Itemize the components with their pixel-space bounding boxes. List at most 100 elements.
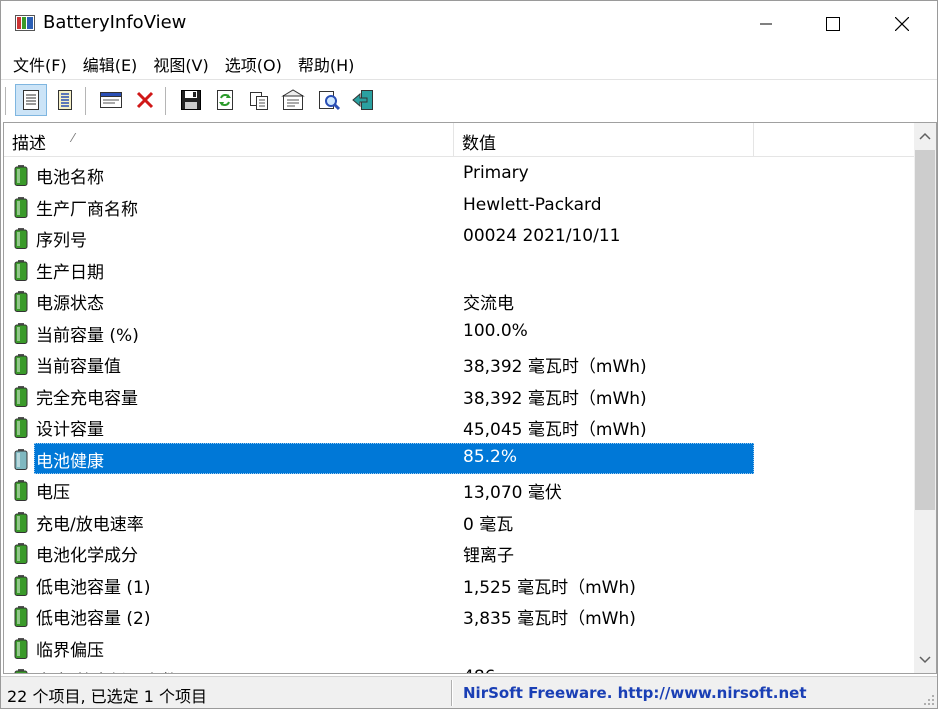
row-description: 低电池容量 (1) [36, 577, 151, 598]
row-value: Primary [463, 163, 529, 183]
row-value: 100.0% [463, 320, 528, 341]
row-value: 1,525 毫瓦时（mWh) [463, 577, 636, 598]
row-value: 0 毫瓦 [463, 514, 514, 535]
row-description: 序列号 [36, 231, 87, 251]
battery-icon [14, 417, 28, 438]
menu-edit[interactable]: 编辑(E) [75, 47, 146, 78]
battery-icon [14, 480, 28, 501]
column-header-description-label: 描述 [12, 134, 46, 154]
html-report-button[interactable] [15, 84, 47, 116]
html-report-icon [23, 90, 39, 110]
row-description: 电源状态 [36, 294, 104, 314]
window-button[interactable] [95, 84, 127, 116]
toolbar-separator [85, 87, 87, 115]
row-description: 充电/放电速率 [36, 514, 144, 535]
row-value: 38,392 毫瓦时（mWh) [463, 388, 647, 409]
row-value: 00024 2021/10/11 [463, 226, 621, 246]
row-description: 电池健康 [36, 451, 104, 472]
row-description: 设计容量 [36, 420, 104, 440]
battery-icon [14, 228, 28, 249]
find-button[interactable] [313, 84, 345, 116]
table-row[interactable]: 充电/放电循环次数 486 [4, 663, 914, 673]
row-description: 低电池容量 (2) [36, 609, 151, 629]
properties-icon [281, 89, 305, 110]
battery-icon [14, 606, 28, 627]
menu-file[interactable]: 文件(F) [5, 47, 75, 78]
exit-button[interactable] [347, 84, 379, 116]
table-row[interactable]: 临界偏压 [4, 632, 914, 664]
battery-icon [14, 543, 28, 564]
chevron-up-icon [919, 132, 931, 140]
row-value: 3,835 毫瓦时（mWh) [463, 609, 636, 629]
menu-help[interactable]: 帮助(H) [290, 47, 363, 78]
table-row[interactable]: 序列号 00024 2021/10/11 [4, 222, 914, 254]
copy-button[interactable] [243, 84, 275, 116]
row-value: 38,392 毫瓦时（mWh) [463, 357, 647, 377]
table-row[interactable]: 电源状态 交流电 [4, 285, 914, 317]
row-value: 锂离子 [463, 546, 514, 566]
table-row[interactable]: 充电/放电速率 0 毫瓦 [4, 506, 914, 538]
refresh-icon [217, 90, 233, 110]
maximize-icon [826, 17, 840, 31]
close-icon [895, 17, 909, 31]
menu-view[interactable]: 视图(V) [145, 47, 216, 78]
battery-icon [14, 669, 28, 673]
table-row[interactable]: 完全充电容量 38,392 毫瓦时（mWh) [4, 380, 914, 412]
battery-icon [14, 354, 28, 375]
resize-grip-icon[interactable] [923, 694, 935, 706]
properties-button[interactable] [277, 84, 309, 116]
battery-info-list[interactable]: 描述 ⁄ 数值 电池名称 Primary 生产厂商名称 Hewlett-Packard… [3, 122, 937, 674]
battery-icon [14, 259, 28, 281]
column-header-value-label: 数值 [462, 134, 496, 154]
table-row[interactable]: 低电池容量 (2) 3,835 毫瓦时（mWh) [4, 600, 914, 632]
row-description: 生产日期 [36, 262, 104, 283]
status-divider [451, 680, 453, 706]
minimize-button[interactable] [731, 1, 801, 47]
find-icon [319, 91, 341, 111]
table-row[interactable]: 低电池容量 (1) 1,525 毫瓦时（mWh) [4, 569, 914, 601]
scroll-up-button[interactable] [914, 123, 936, 149]
toolbar-grip[interactable] [5, 87, 7, 115]
table-row[interactable]: 电压 13,070 毫伏 [4, 474, 914, 506]
status-item-count: 22 个项目, 已选定 1 个项目 [7, 687, 207, 706]
delete-icon [136, 91, 154, 109]
row-value: 45,045 毫瓦时（mWh) [463, 420, 647, 440]
table-row[interactable]: 生产日期 [4, 254, 914, 286]
scrollbar-thumb[interactable] [915, 150, 935, 510]
table-row[interactable]: 当前容量 (%) 100.0% [4, 317, 914, 349]
battery-icon [14, 637, 28, 659]
table-row[interactable]: 当前容量值 38,392 毫瓦时（mWh) [4, 348, 914, 380]
vertical-scrollbar[interactable] [914, 123, 936, 673]
nirsoft-link[interactable]: NirSoft Freeware. http://www.nirsoft.net [463, 684, 807, 702]
table-row[interactable]: 生产厂商名称 Hewlett-Packard [4, 191, 914, 223]
toolbar-separator [165, 87, 167, 115]
row-description: 电压 [36, 483, 70, 503]
all-items-report-button[interactable] [49, 84, 81, 116]
scroll-down-button[interactable] [914, 647, 936, 673]
row-value: 交流电 [463, 294, 514, 314]
column-header-value[interactable]: 数值 [454, 123, 754, 157]
row-description: 当前容量值 [36, 357, 121, 377]
table-row[interactable]: 电池名称 Primary [4, 159, 914, 191]
app-icon [15, 15, 35, 31]
all-items-report-icon [58, 90, 72, 110]
table-row-selected[interactable]: 电池健康 85.2% [4, 442, 914, 475]
refresh-button[interactable] [209, 84, 241, 116]
row-description: 完全充电容量 [36, 388, 138, 409]
toolbar [1, 79, 937, 121]
close-button[interactable] [867, 1, 937, 47]
save-button[interactable] [175, 84, 207, 116]
maximize-button[interactable] [798, 1, 868, 47]
table-row[interactable]: 电池化学成分 锂离子 [4, 537, 914, 569]
menu-options[interactable]: 选项(O) [217, 47, 290, 78]
row-value: Hewlett-Packard [463, 194, 602, 215]
delete-button[interactable] [129, 84, 161, 116]
list-header: 描述 ⁄ 数值 [4, 123, 914, 157]
copy-icon [250, 92, 268, 110]
battery-icon [14, 385, 28, 407]
table-row[interactable]: 设计容量 45,045 毫瓦时（mWh) [4, 411, 914, 443]
battery-icon [14, 511, 28, 533]
column-header-description[interactable]: 描述 ⁄ [4, 123, 454, 157]
battery-icon [14, 322, 28, 344]
row-value: 85.2% [463, 446, 518, 467]
